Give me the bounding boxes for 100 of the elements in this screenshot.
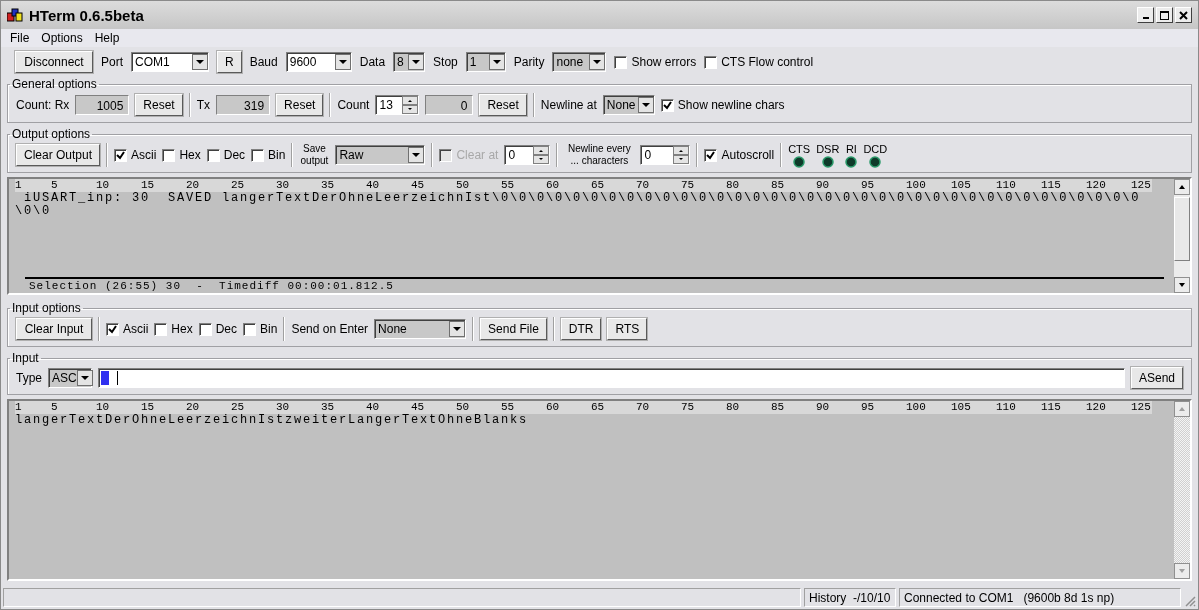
check-tick-icon: [662, 100, 672, 110]
rts-button[interactable]: RTS: [607, 318, 648, 340]
checkbox[interactable]: Dec: [206, 148, 246, 162]
count-spinbox[interactable]: 13: [375, 95, 420, 115]
menu-item[interactable]: Help: [94, 31, 120, 45]
checkbox[interactable]: Show errors: [614, 55, 697, 69]
disconnect-button[interactable]: Disconnect: [15, 51, 93, 73]
scroll-thumb[interactable]: [1174, 197, 1190, 261]
newline-every-label: Newline every ... characters: [567, 143, 632, 167]
rx-count-label: Count: Rx: [16, 98, 70, 112]
ruler-number: 110: [996, 179, 1017, 192]
checkbox[interactable]: Bin: [243, 322, 278, 336]
parity-dropdown[interactable]: none: [552, 52, 607, 72]
newline-dropdown[interactable]: None: [602, 95, 655, 115]
signal-label: DCD: [863, 142, 888, 155]
refresh-button[interactable]: R: [217, 51, 242, 73]
maximize-button[interactable]: [1156, 7, 1173, 23]
ruler-number: 50: [456, 401, 471, 414]
ruler-number: 5: [51, 401, 59, 414]
ruler-number: 70: [636, 401, 651, 414]
input-field[interactable]: [98, 368, 1125, 388]
spin-arrows-icon[interactable]: [402, 96, 419, 114]
data-label: Data: [359, 55, 386, 69]
app-logo-icon: [7, 8, 23, 22]
ruler-number: 15: [141, 179, 156, 192]
checkbox[interactable]: Ascii: [114, 148, 157, 162]
save-output-label: Save output: [299, 143, 330, 167]
type-dropdown[interactable]: ASC: [48, 368, 92, 388]
parity-label: Parity: [513, 55, 545, 69]
scroll-up-icon[interactable]: [1174, 179, 1190, 195]
group-title: Output options: [11, 127, 92, 141]
ruler-number: 120: [1086, 179, 1107, 192]
ruler-number: 120: [1086, 401, 1107, 414]
led-icon: [845, 155, 858, 168]
reset-button[interactable]: Reset: [276, 94, 324, 116]
stop-dropdown[interactable]: 1: [465, 52, 506, 72]
history-status: History -/10/10: [804, 588, 896, 607]
reset-button[interactable]: Reset: [479, 94, 527, 116]
ruler-number: 35: [321, 401, 336, 414]
ruler-number: 10: [96, 401, 111, 414]
spin-arrows-icon[interactable]: [673, 146, 690, 164]
checkbox[interactable]: Ascii: [106, 322, 149, 336]
newline-every-spinbox[interactable]: 0: [640, 145, 691, 165]
menu-item[interactable]: File: [10, 31, 30, 45]
close-button[interactable]: [1175, 7, 1192, 23]
checkbox[interactable]: Show newline chars: [660, 98, 785, 112]
send-on-enter-label: Send on Enter: [291, 322, 369, 336]
ruler-number: 55: [501, 401, 516, 414]
scroll-down-icon[interactable]: [1174, 277, 1190, 293]
clear-output-button[interactable]: Clear Output: [16, 144, 101, 166]
checkbox[interactable]: Dec: [198, 322, 238, 336]
send-on-enter-dropdown[interactable]: None: [374, 319, 467, 339]
spin-arrows-icon[interactable]: [533, 146, 550, 164]
ruler-number: 65: [591, 179, 606, 192]
ruler-number: 105: [951, 179, 972, 192]
minimize-button[interactable]: [1137, 7, 1154, 23]
ruler-number: 75: [681, 179, 696, 192]
ruler-number: 30: [276, 401, 291, 414]
ruler-number: 85: [771, 401, 786, 414]
ruler-number: 1: [15, 179, 23, 192]
rx-count-field: 1005: [75, 95, 130, 115]
ruler-number: 90: [816, 401, 831, 414]
ruler-number: 15: [141, 401, 156, 414]
selection-info: Selection (26:55) 30 - Timediff 00:00:01.812.5: [25, 277, 1164, 293]
dtr-button[interactable]: DTR: [560, 318, 602, 340]
minimize-icon: [1142, 17, 1149, 19]
led-icon: [821, 155, 834, 168]
checkbox[interactable]: Hex: [154, 322, 193, 336]
ruler-number: 45: [411, 401, 426, 414]
ruler-number: 5: [51, 179, 59, 192]
save-output-dropdown[interactable]: Raw: [335, 145, 426, 165]
close-icon: [1179, 10, 1188, 20]
send-button[interactable]: ASend: [1130, 367, 1183, 389]
checkbox[interactable]: Hex: [162, 148, 201, 162]
port-dropdown[interactable]: COM1: [131, 52, 209, 72]
ruler-number: 75: [681, 401, 696, 414]
ruler-number: 70: [636, 179, 651, 192]
ruler-number: 40: [366, 179, 381, 192]
clear-input-button[interactable]: Clear Input: [16, 318, 92, 340]
ruler-number: 80: [726, 401, 741, 414]
send-file-button[interactable]: Send File: [480, 318, 547, 340]
check-tick-icon: [706, 150, 716, 160]
scrollbar[interactable]: [1174, 179, 1190, 293]
ruler-number: 115: [1041, 401, 1062, 414]
checkbox[interactable]: CTS Flow control: [704, 55, 814, 69]
checkbox[interactable]: Autoscroll: [704, 148, 775, 162]
ruler-number: 25: [231, 401, 246, 414]
ruler-number: 80: [726, 179, 741, 192]
ruler-number: 50: [456, 179, 471, 192]
ruler-number: 20: [186, 401, 201, 414]
menu-item[interactable]: Options: [41, 31, 83, 45]
clear-at-spinbox[interactable]: 0: [504, 145, 551, 165]
data-dropdown[interactable]: 8: [393, 52, 426, 72]
baud-dropdown[interactable]: 9600: [285, 52, 352, 72]
reset-button[interactable]: Reset: [135, 94, 183, 116]
checkbox[interactable]: Bin: [251, 148, 286, 162]
ruler-number: 20: [186, 179, 201, 192]
ruler-number: 65: [591, 401, 606, 414]
ruler-number: 25: [231, 179, 246, 192]
maximize-icon: [1160, 10, 1169, 20]
